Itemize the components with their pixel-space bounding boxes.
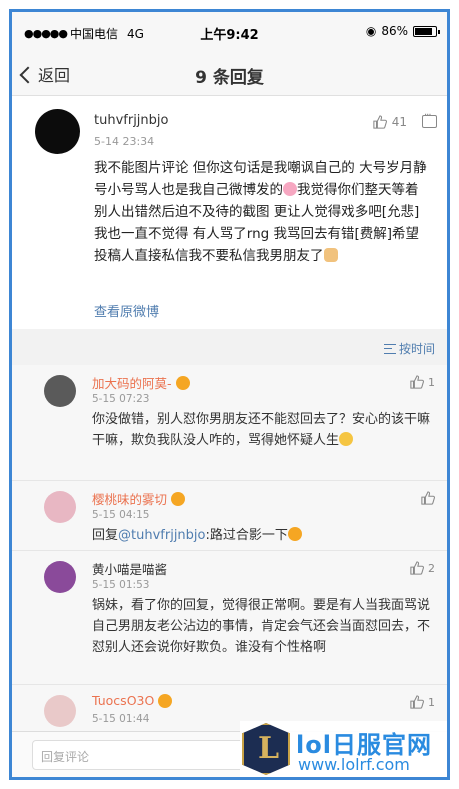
alarm-icon: ◉ [365,24,377,38]
comment-text: 锅妹，看了你的回复，觉得很正常啊。要是有人当我面骂说自己男朋友老公沾边的事情，肯… [92,598,431,655]
comment-like-button[interactable]: 1 [410,695,435,709]
post-date: 5-14 23:34 [94,135,155,148]
main-post: tuhvfrjjnbjo 5-14 23:34 41 我不能图片评论 但你这句话… [12,97,447,329]
comment-date: 5-15 01:53 [92,579,150,591]
comment-username-text: 樱桃味的雾切 [92,492,168,507]
battery-fill [415,27,432,35]
comment-username[interactable]: TuocsO3O [92,693,173,708]
comment-username-text: 黄小喵是喵酱 [92,562,168,577]
status-right: ◉ 86% [365,24,440,38]
battery-icon [413,25,440,37]
comment-item[interactable]: 黄小喵是喵酱 5-15 01:53 2 锅妹，看了你的回复，觉得很正常啊。要是有… [12,551,447,685]
thumbs-up-icon [373,115,387,129]
avatar[interactable] [44,491,76,523]
post-username[interactable]: tuhvfrjjnbjo [94,113,168,128]
comment-text: 你没做错，别人怼你男朋友还不能怼回去了？安心的该干嘛干嘛，欺负我队没人咋的，骂得… [92,409,432,451]
comment-username[interactable]: 加大码的阿莫- [92,373,190,392]
comment-username[interactable]: 樱桃味的雾切 [92,489,186,508]
badge-icon [171,491,186,506]
sort-icon [383,343,396,354]
reply-input[interactable]: 回复评论 [32,740,252,770]
watermark: lol日服官网 www.lolrf.com [240,721,447,777]
comment-item[interactable]: 樱桃味的雾切 5-15 04:15 回复@tuhvfrjjnbjo:路过合影一下 [12,481,447,551]
comment-like-count: 2 [428,561,435,575]
comment-like-count: 1 [428,375,435,389]
comment-item[interactable]: 加大码的阿莫- 5-15 07:23 1 你没做错，别人怼你男朋友还不能怼回去了… [12,365,447,481]
post-text: 我不能图片评论 但你这句话是我嘲讽自己的 大号岁月静号小号骂人也是我自己微博发的… [94,157,429,267]
mention-link[interactable]: @tuhvfrjjnbjo [118,528,205,543]
content-area: tuhvfrjjnbjo 5-14 23:34 41 我不能图片评论 但你这句话… [12,97,447,745]
comment-icon[interactable] [422,110,437,128]
lol-logo-icon [242,723,290,775]
thumbs-up-icon [410,375,424,389]
thumbs-up-icon [421,491,435,505]
comment-username[interactable]: 黄小喵是喵酱 [92,559,167,578]
nav-bar: 返回 9 条回复 [12,52,447,96]
badge-icon [158,693,173,708]
sort-by-time-button[interactable]: 按时间 [383,340,435,357]
badge-icon [175,375,190,390]
comment-username-text: 加大码的阿莫- [92,376,172,391]
status-bar: ●●●●● 中国电信 4G 上午9:42 ◉ 86% [12,12,447,52]
ok-hand-emoji-icon [323,248,338,262]
view-original-link[interactable]: 查看原微博 [94,301,159,320]
comment-like-count: 1 [428,695,435,709]
comment-date: 5-15 01:44 [92,713,150,725]
comment-like-button[interactable]: 2 [410,561,435,575]
comment-like-button[interactable] [421,491,435,505]
comment-text-body: 你没做错，别人怼你男朋友还不能怼回去了？安心的该干嘛干嘛，欺负我队没人咋的，骂得… [92,412,431,448]
watermark-url: www.lolrf.com [298,755,410,774]
sort-bar: 按时间 [12,329,447,365]
pig-emoji-icon [283,182,297,196]
post-like-button[interactable]: 41 [373,115,407,129]
kiss-emoji-icon [287,527,302,541]
comment-list: 加大码的阿莫- 5-15 07:23 1 你没做错，别人怼你男朋友还不能怼回去了… [12,365,447,745]
comment-text-body: :路过合影一下 [205,528,288,543]
sort-label: 按时间 [398,342,435,356]
phone-frame: ●●●●● 中国电信 4G 上午9:42 ◉ 86% 返回 9 条回复 tuhv… [9,9,450,780]
post-like-count: 41 [391,115,407,129]
comment-like-button[interactable]: 1 [410,375,435,389]
avatar[interactable] [35,109,80,154]
comment-date: 5-15 07:23 [92,393,150,405]
comment-text: 回复@tuhvfrjjnbjo:路过合影一下 [92,525,432,546]
battery-percent: 86% [381,24,408,38]
thumbs-up-icon [410,695,424,709]
comment-username-text: TuocsO3O [92,693,155,708]
avatar[interactable] [44,375,76,407]
reply-prefix: 回复 [92,528,119,543]
avatar[interactable] [44,695,76,727]
page-title: 9 条回复 [195,68,264,88]
thumbs-up-icon [410,561,424,575]
smile-emoji-icon [339,432,354,446]
comment-date: 5-15 04:15 [92,509,150,521]
avatar[interactable] [44,561,76,593]
